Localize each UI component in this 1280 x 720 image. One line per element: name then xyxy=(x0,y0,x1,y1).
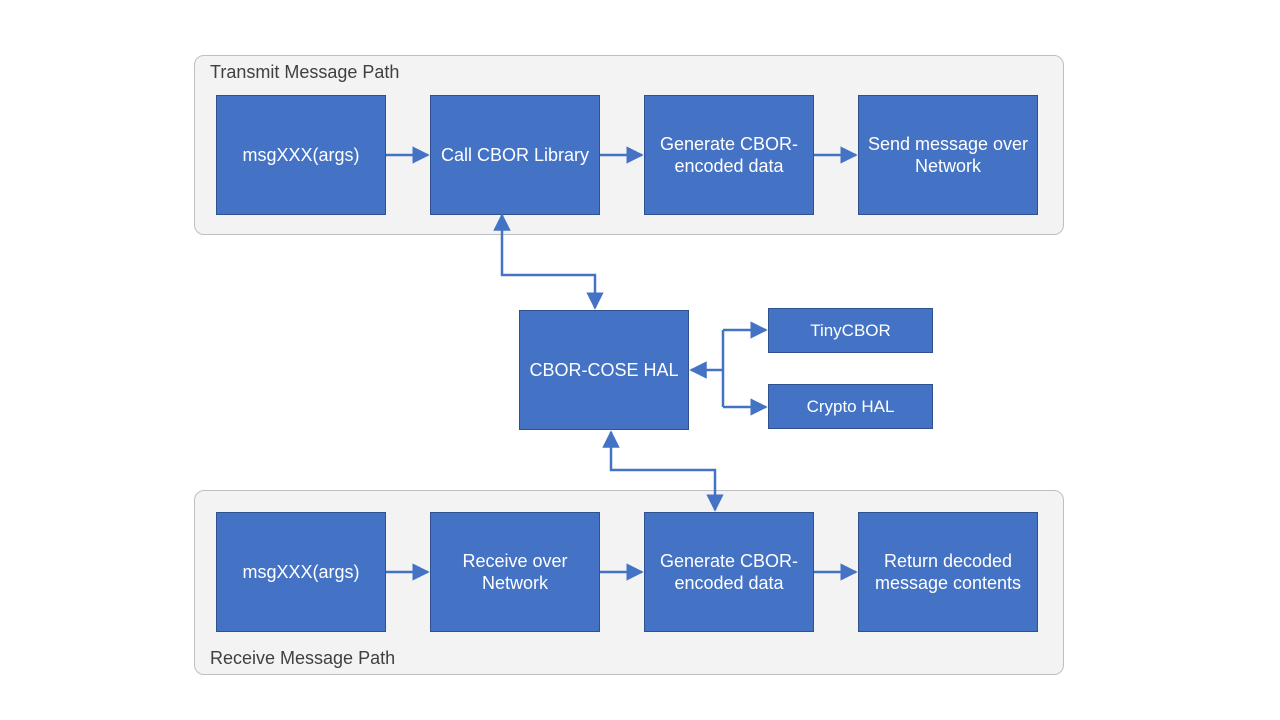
tx-msg-label: msgXXX(args) xyxy=(242,144,359,167)
tx-gen-label: Generate CBOR-encoded data xyxy=(651,133,807,178)
cryptohal-label: Crypto HAL xyxy=(807,396,895,417)
rx-msg-label: msgXXX(args) xyxy=(242,561,359,584)
rx-recv-block: Receive over Network xyxy=(430,512,600,632)
rx-return-label: Return decoded message contents xyxy=(865,550,1031,595)
rx-recv-label: Receive over Network xyxy=(437,550,593,595)
rx-msg-block: msgXXX(args) xyxy=(216,512,386,632)
tx-lib-label: Call CBOR Library xyxy=(441,144,589,167)
tinycbor-block: TinyCBOR xyxy=(768,308,933,353)
tx-msg-block: msgXXX(args) xyxy=(216,95,386,215)
tx-send-block: Send message over Network xyxy=(858,95,1038,215)
tx-send-label: Send message over Network xyxy=(865,133,1031,178)
hal-block: CBOR-COSE HAL xyxy=(519,310,689,430)
tx-gen-block: Generate CBOR-encoded data xyxy=(644,95,814,215)
tx-lib-block: Call CBOR Library xyxy=(430,95,600,215)
receive-group-title: Receive Message Path xyxy=(210,648,395,669)
transmit-group-title: Transmit Message Path xyxy=(210,62,399,83)
cryptohal-block: Crypto HAL xyxy=(768,384,933,429)
tinycbor-label: TinyCBOR xyxy=(810,320,891,341)
rx-return-block: Return decoded message contents xyxy=(858,512,1038,632)
hal-label: CBOR-COSE HAL xyxy=(529,359,678,382)
rx-gen-block: Generate CBOR-encoded data xyxy=(644,512,814,632)
rx-gen-label: Generate CBOR-encoded data xyxy=(651,550,807,595)
